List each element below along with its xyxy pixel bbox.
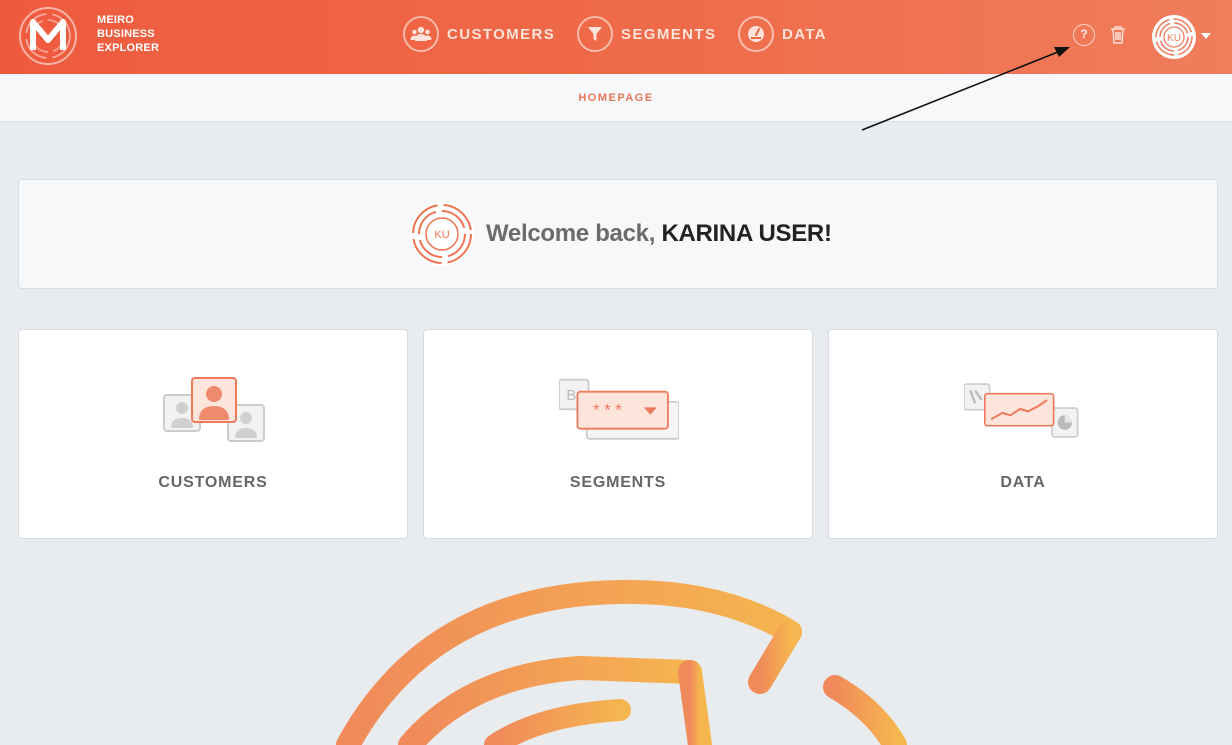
welcome-card: KU Welcome back, KARINA USER! bbox=[18, 179, 1218, 289]
nav-customers-label: CUSTOMERS bbox=[447, 25, 556, 43]
breadcrumb-bar: HOMEPAGE bbox=[0, 74, 1232, 122]
segments-sample-text: * * * bbox=[593, 401, 622, 420]
nav-data-label: DATA bbox=[782, 25, 828, 43]
trash-icon[interactable] bbox=[1109, 25, 1127, 45]
breadcrumb: HOMEPAGE bbox=[578, 92, 654, 104]
nav-segments-label: SEGMENTS bbox=[621, 25, 717, 43]
nav-segments[interactable]: SEGMENTS bbox=[577, 16, 716, 52]
brand-line-3: EXPLORER bbox=[97, 42, 160, 54]
user-avatar-rings: KU bbox=[1155, 18, 1193, 56]
segments-illustration-icon: B * * * bbox=[559, 378, 679, 440]
users-icon bbox=[403, 16, 439, 52]
user-avatar[interactable]: KU bbox=[1152, 15, 1196, 59]
nav-data[interactable]: DATA bbox=[738, 16, 827, 52]
brand-line-1: MEIRO bbox=[97, 14, 135, 26]
gauge-icon bbox=[738, 16, 774, 52]
welcome-message: Welcome back, KARINA USER! bbox=[486, 220, 832, 248]
customers-illustration-icon bbox=[163, 377, 265, 442]
brand-line-2: BUSINESS bbox=[97, 28, 155, 40]
nav-customers[interactable]: CUSTOMERS bbox=[403, 16, 555, 52]
top-bar: MEIRO BUSINESS EXPLORER CUSTOMERS SEGMEN… bbox=[0, 0, 1232, 74]
background-rings-icon bbox=[336, 579, 907, 745]
funnel-icon bbox=[577, 16, 613, 52]
tile-segments[interactable]: B * * * SEGMENTS bbox=[423, 329, 813, 539]
welcome-user-name: KARINA USER! bbox=[661, 220, 832, 247]
svg-text:B: B bbox=[566, 388, 576, 404]
meiro-logo-icon[interactable] bbox=[18, 6, 78, 66]
tile-data-label: DATA bbox=[1000, 474, 1046, 491]
welcome-greeting: Welcome back, bbox=[486, 220, 656, 247]
user-avatar-initials: KU bbox=[1167, 33, 1181, 44]
help-icon[interactable]: ? bbox=[1073, 24, 1095, 46]
data-illustration-icon bbox=[964, 383, 1079, 438]
tile-segments-label: SEGMENTS bbox=[569, 474, 667, 491]
chevron-down-icon[interactable] bbox=[1201, 33, 1211, 39]
welcome-avatar-initials: KU bbox=[434, 229, 449, 241]
tile-customers[interactable]: CUSTOMERS bbox=[18, 329, 408, 539]
welcome-avatar: KU bbox=[410, 202, 474, 266]
tile-customers-label: CUSTOMERS bbox=[158, 474, 268, 491]
tile-data[interactable]: DATA bbox=[828, 329, 1218, 539]
brand-name: MEIRO BUSINESS EXPLORER bbox=[97, 13, 159, 55]
